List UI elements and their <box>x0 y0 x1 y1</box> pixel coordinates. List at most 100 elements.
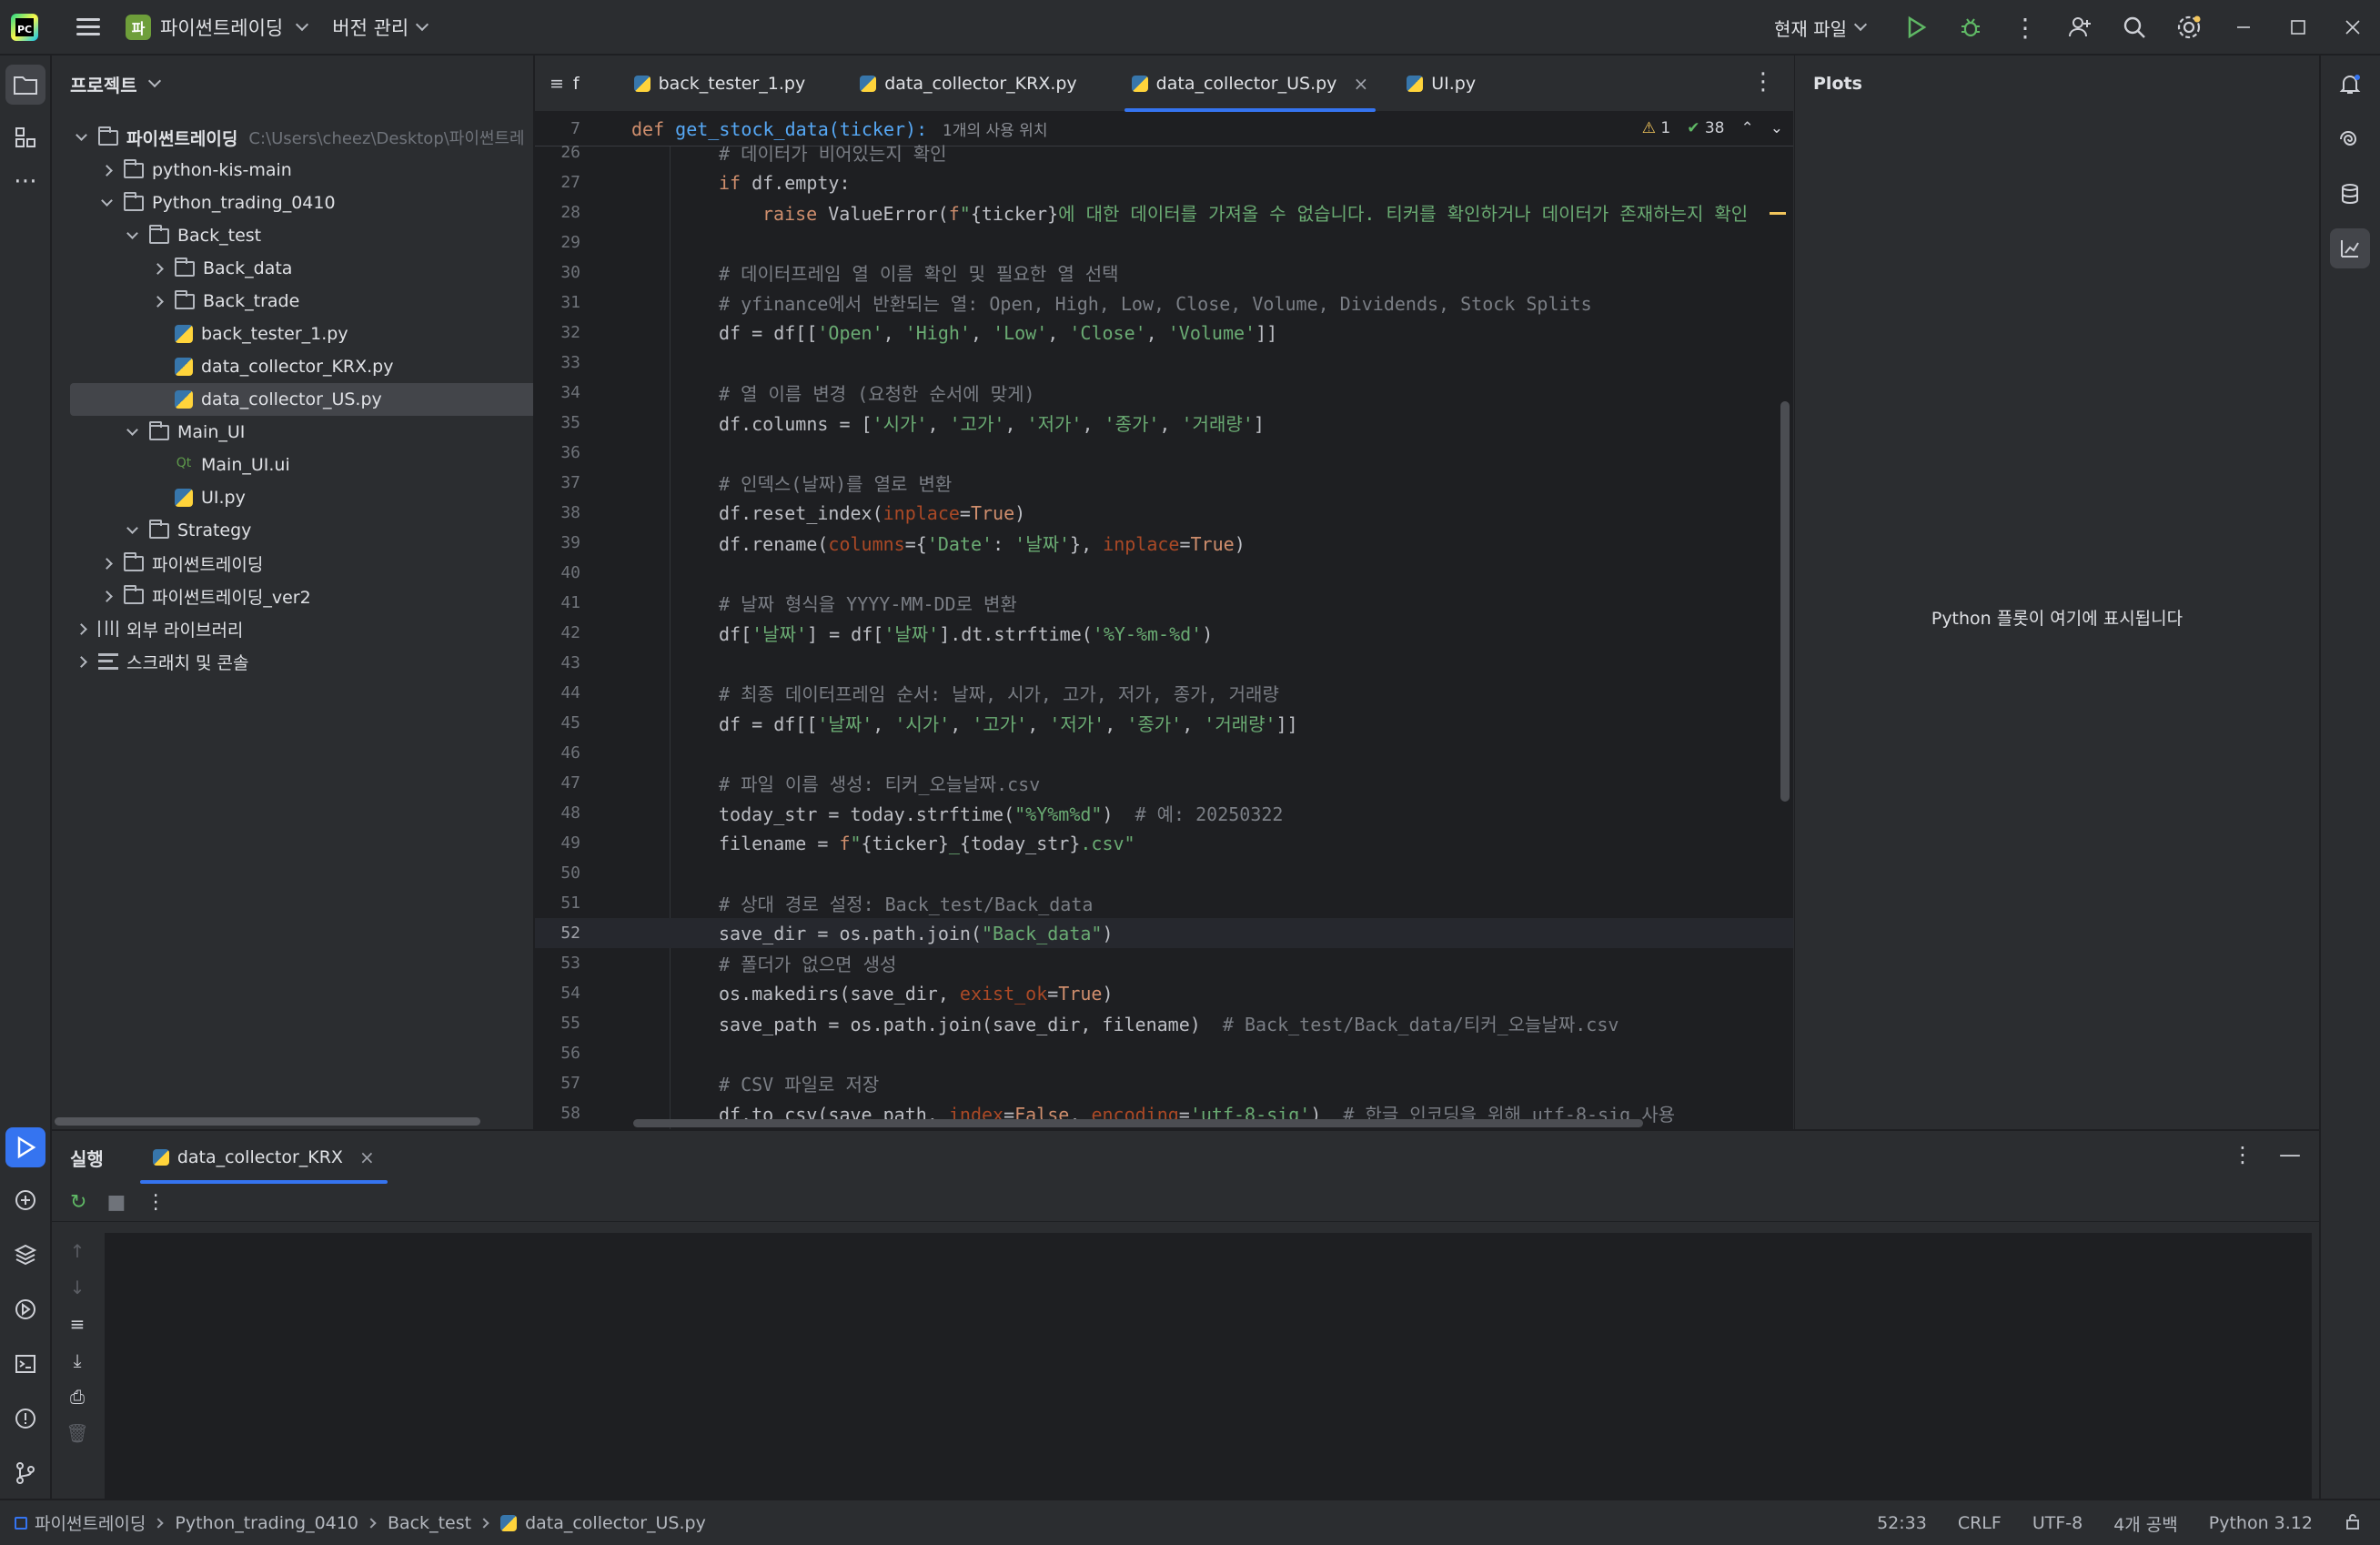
chevron-right-icon[interactable] <box>101 557 113 570</box>
code-line[interactable]: 42 df['날짜'] = df['날짜'].dt.strftime('%Y-%m… <box>535 618 1793 648</box>
python-packages-icon[interactable] <box>5 1235 45 1275</box>
python-console-icon[interactable] <box>5 1180 45 1220</box>
line-separator[interactable]: CRLF <box>1958 1513 2002 1533</box>
tree-item[interactable]: Qt Main_UI.ui <box>52 449 533 481</box>
editor-vertical-scrollbar[interactable] <box>1780 401 1790 802</box>
chevron-right-icon[interactable] <box>152 262 164 275</box>
file-encoding[interactable]: UTF-8 <box>2032 1513 2082 1533</box>
previous-highlight-icon[interactable]: ⌃ <box>1741 119 1754 137</box>
code-line[interactable]: 55 save_path = os.path.join(save_dir, fil… <box>535 1008 1793 1038</box>
editor-tab[interactable]: UI.py <box>1392 56 1490 112</box>
code-line[interactable]: 54 os.makedirs(save_dir, exist_ok=True) <box>535 978 1793 1008</box>
run-configuration-selector[interactable]: 현재 파일 <box>1774 15 1868 41</box>
chevron-down-icon[interactable] <box>101 194 113 207</box>
code-line[interactable]: 52 save_dir = os.path.join("Back_data") <box>535 918 1793 948</box>
more-actions-icon[interactable]: ⋮ <box>1998 0 2052 55</box>
tree-item[interactable]: data_collector_KRX.py <box>52 350 533 383</box>
code-line[interactable]: 28 raise ValueError(f"{ticker}에 대한 데이터를 가… <box>535 197 1793 227</box>
inspection-widget[interactable]: ⚠ 1 ✔ 38 ⌃ ⌄ <box>1642 119 1783 137</box>
editor-tab[interactable]: data_collector_KRX.py <box>845 56 1091 112</box>
services-icon[interactable] <box>5 1289 45 1329</box>
run-tab-data-collector-krx[interactable]: data_collector_KRX × <box>139 1131 388 1184</box>
chevron-right-icon[interactable] <box>101 590 113 602</box>
code-line[interactable]: 37 # 인덱스(날짜)를 열로 변환 <box>535 468 1793 498</box>
readonly-lock-icon[interactable] <box>2344 1512 2362 1535</box>
scroll-up-icon[interactable]: ↑ <box>52 1233 103 1269</box>
code-line[interactable]: 48 today_str = today.strftime("%Y%m%d") #… <box>535 798 1793 828</box>
git-branch-icon[interactable] <box>5 1453 45 1493</box>
tree-item[interactable]: python-kis-main <box>52 154 533 187</box>
code-line[interactable]: 44 # 최종 데이터프레임 순서: 날짜, 시가, 고가, 저가, 종가, 거래… <box>535 678 1793 708</box>
run-options-icon[interactable]: ⋮ <box>2232 1142 2254 1167</box>
hide-panel-icon[interactable]: — <box>2279 1142 2301 1167</box>
tree-item[interactable]: 외부 라이브러리 <box>52 612 533 645</box>
close-icon[interactable]: × <box>1353 73 1368 95</box>
chevron-right-icon[interactable] <box>76 655 87 668</box>
code-line[interactable]: 45 df = df[['날짜', '시가', '고가', '저가', '종가',… <box>535 708 1793 738</box>
project-panel-header[interactable]: 프로젝트 <box>52 56 533 112</box>
maximize-window-icon[interactable] <box>2271 0 2325 55</box>
code-line[interactable]: 33 <box>535 348 1793 378</box>
chevron-right-icon[interactable] <box>76 622 87 635</box>
project-selector[interactable]: 파 파이썬트레이딩 <box>126 14 309 41</box>
code-line[interactable]: 47 # 파일 이름 생성: 티커_오늘날짜.csv <box>535 768 1793 798</box>
next-highlight-icon[interactable]: ⌄ <box>1770 119 1783 137</box>
tree-item[interactable]: Back_trade <box>52 285 533 318</box>
code-line[interactable]: 49 filename = f"{ticker}_{today_str}.csv" <box>535 828 1793 858</box>
code-line[interactable]: 57 # CSV 파일로 저장 <box>535 1068 1793 1098</box>
plots-chart-icon[interactable] <box>2330 228 2370 268</box>
run-console-output[interactable] <box>105 1233 2312 1500</box>
breadcrumb-item[interactable]: Back_test <box>388 1513 471 1533</box>
problems-icon[interactable] <box>5 1399 45 1439</box>
pycharm-logo-icon[interactable]: PC <box>11 13 38 41</box>
code-line[interactable]: 46 <box>535 738 1793 768</box>
tree-item[interactable]: Back_data <box>52 252 533 285</box>
rerun-icon[interactable]: ↻ <box>70 1191 86 1214</box>
chevron-down-icon[interactable] <box>126 423 138 436</box>
tree-item[interactable]: 파이썬트레이딩 <box>52 547 533 580</box>
code-line[interactable]: 39 df.rename(columns={'Date': '날짜'}, inpl… <box>535 528 1793 558</box>
editor-tab[interactable]: data_collector_US.py × <box>1117 56 1384 112</box>
ai-assistant-spiral-icon[interactable] <box>2330 119 2370 159</box>
run-more-icon[interactable]: ⋮ <box>146 1191 166 1214</box>
structure-icon[interactable] <box>5 117 45 157</box>
caret-position[interactable]: 52:33 <box>1877 1513 1927 1533</box>
code-line[interactable]: 40 <box>535 558 1793 588</box>
project-horizontal-scrollbar[interactable] <box>55 1117 480 1126</box>
tree-item[interactable]: data_collector_US.py <box>70 383 533 416</box>
code-line[interactable]: 36 <box>535 438 1793 468</box>
code-line[interactable]: 51 # 상대 경로 설정: Back_test/Back_data <box>535 888 1793 918</box>
soft-wrap-icon[interactable]: ≡ <box>52 1306 103 1342</box>
tree-item[interactable]: 스크래치 및 콘솔 <box>52 645 533 678</box>
warning-count[interactable]: ⚠ 1 <box>1642 119 1670 137</box>
editor-tab[interactable]: back_tester_1.py <box>620 56 821 112</box>
settings-gear-icon[interactable] <box>2162 0 2216 55</box>
main-menu-icon[interactable] <box>76 18 100 35</box>
search-icon[interactable] <box>2107 0 2162 55</box>
run-tool-window-icon[interactable] <box>5 1127 45 1167</box>
terminal-icon[interactable] <box>5 1344 45 1384</box>
code-line[interactable]: 41 # 날짜 형식을 YYYY-MM-DD로 변환 <box>535 588 1793 618</box>
code-line[interactable]: 27 if df.empty: <box>535 167 1793 197</box>
minimize-window-icon[interactable] <box>2216 0 2271 55</box>
stop-icon[interactable]: ■ <box>106 1191 126 1214</box>
code-line[interactable]: 26 # 데이터가 비어있는지 확인 <box>535 137 1793 167</box>
scroll-down-icon[interactable]: ↓ <box>52 1269 103 1306</box>
debug-icon[interactable] <box>1943 0 1998 55</box>
tabs-more-icon[interactable]: ⋮ <box>1751 68 1775 96</box>
code-line[interactable]: 35 df.columns = ['시가', '고가', '저가', '종가', … <box>535 408 1793 438</box>
breadcrumb-item[interactable]: data_collector_US.py <box>525 1513 706 1533</box>
code-line[interactable]: 31 # yfinance에서 반환되는 열: Open, High, Low, … <box>535 288 1793 318</box>
breadcrumb-item[interactable]: Python_trading_0410 <box>175 1513 358 1533</box>
code-line[interactable]: 32 df = df[['Open', 'High', 'Low', 'Close… <box>535 318 1793 348</box>
close-window-icon[interactable] <box>2325 0 2380 55</box>
code-line[interactable]: 30 # 데이터프레임 열 이름 확인 및 필요한 열 선택 <box>535 258 1793 288</box>
close-icon[interactable]: × <box>359 1146 375 1168</box>
editor-tab[interactable]: ≡ f <box>535 56 594 112</box>
vcs-menu[interactable]: 버전 관리 <box>332 14 429 41</box>
tree-item[interactable]: Python_trading_0410 <box>52 187 533 219</box>
chevron-down-icon[interactable] <box>126 227 138 239</box>
code-line[interactable]: 56 <box>535 1038 1793 1068</box>
chevron-down-icon[interactable] <box>126 521 138 534</box>
ok-count[interactable]: ✔ 38 <box>1687 119 1724 137</box>
